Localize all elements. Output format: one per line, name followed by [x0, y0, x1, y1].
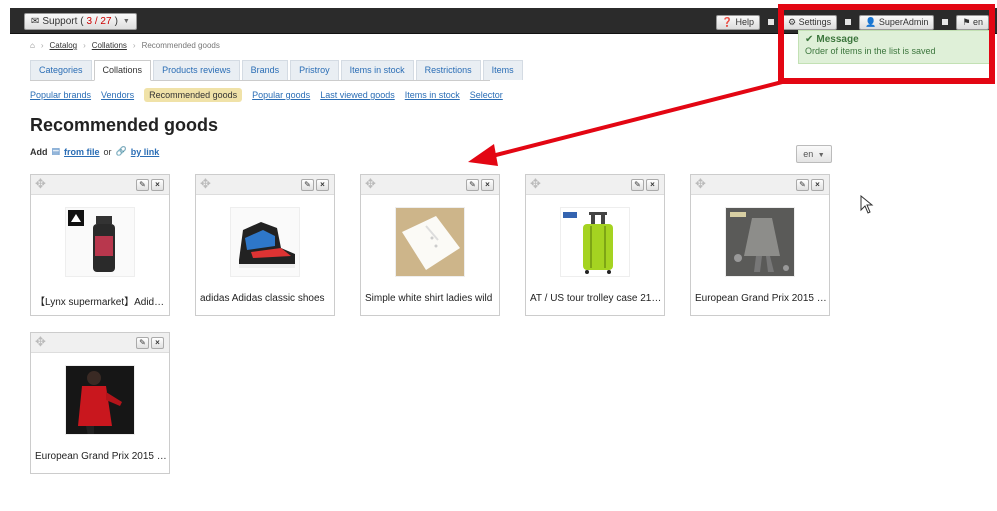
mouse-cursor-icon: [860, 195, 874, 214]
highlight-frame: [778, 4, 995, 84]
